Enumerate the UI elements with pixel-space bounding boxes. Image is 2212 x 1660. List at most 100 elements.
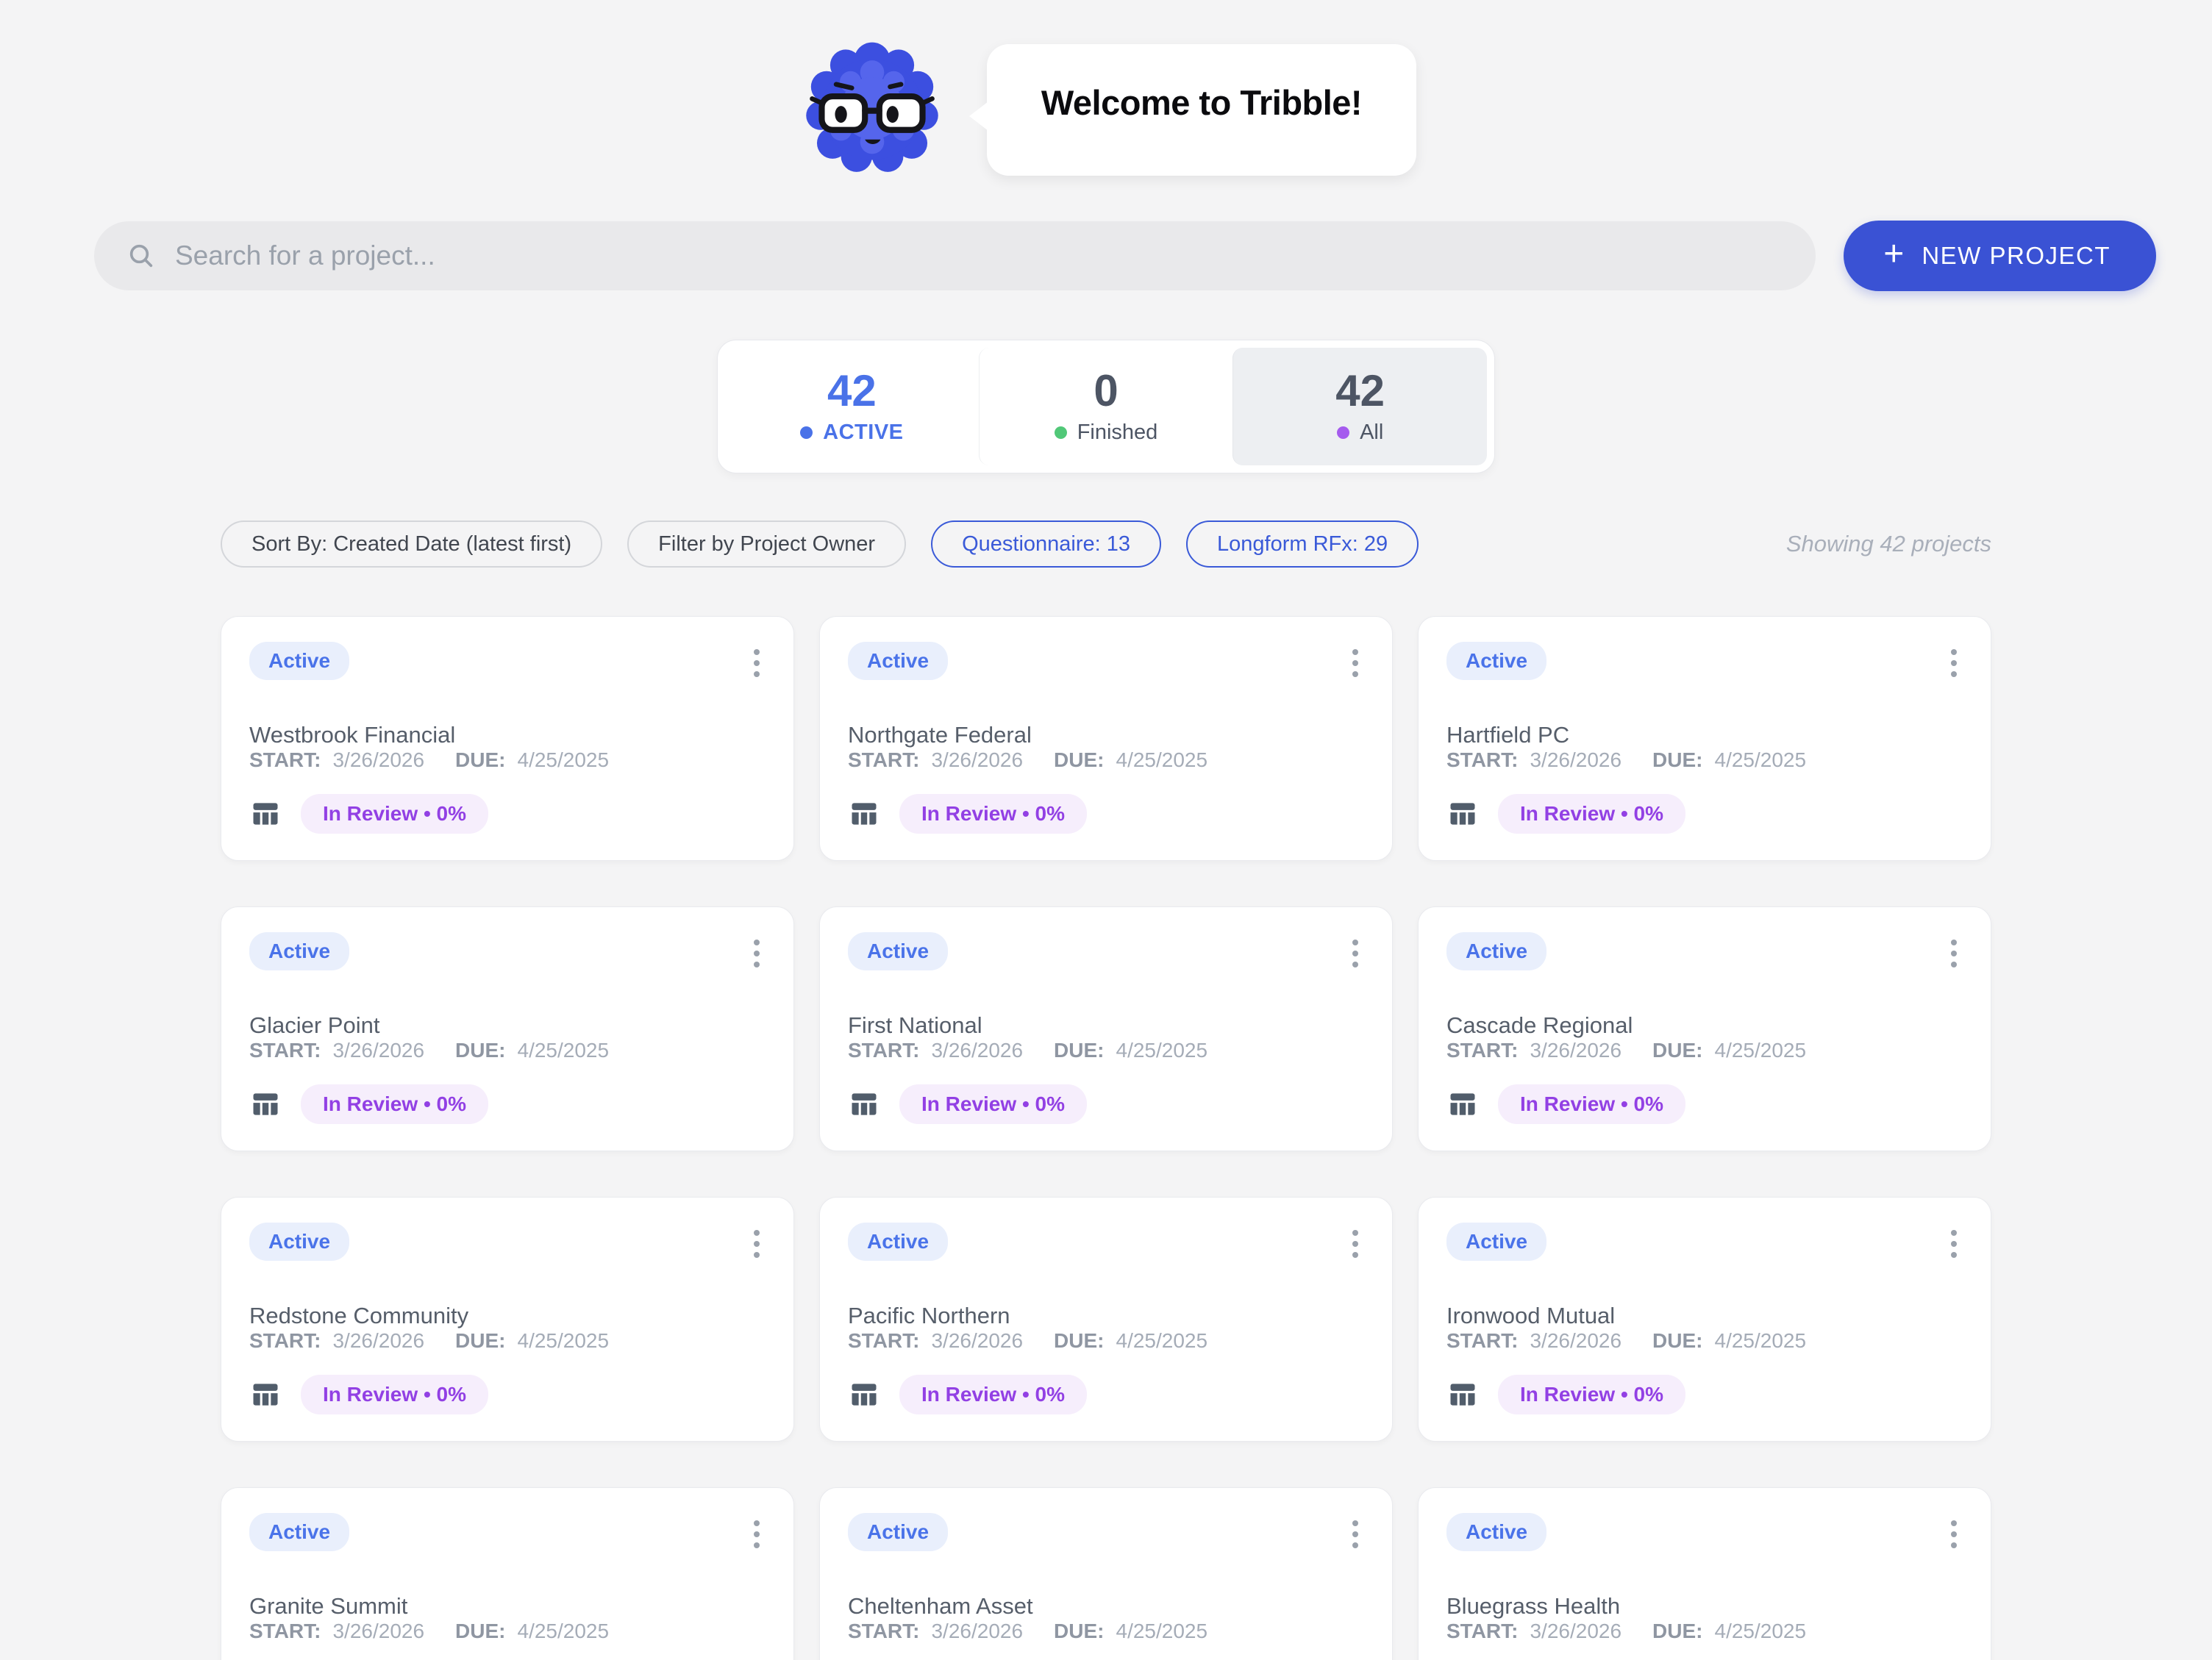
due-date: 4/25/2025	[518, 1620, 610, 1643]
start-label: START:	[249, 1039, 321, 1062]
start-label: START:	[1446, 1329, 1518, 1353]
table-icon	[848, 1378, 880, 1411]
active-dot-icon	[800, 426, 813, 439]
project-card[interactable]: Active Cascade Regional Medical HIPAA Ca…	[1418, 906, 1991, 1151]
status-badge: Active	[1446, 932, 1546, 970]
filter-owner-chip[interactable]: Filter by Project Owner	[627, 520, 906, 568]
start-date: 3/26/2026	[332, 1329, 424, 1353]
project-dates: START: 3/26/2026 DUE: 4/25/2025	[848, 1039, 1364, 1062]
questionnaire-chip[interactable]: Questionnaire: 13	[931, 520, 1161, 568]
start-label: START:	[249, 1620, 321, 1643]
stat-active-value: 42	[827, 369, 877, 413]
status-badge: Active	[848, 1223, 948, 1261]
project-title: Pacific Northern Energy Vendor	[848, 1290, 1364, 1291]
card-menu-icon[interactable]	[748, 1513, 766, 1556]
due-date: 4/25/2025	[1116, 748, 1208, 772]
longform-rfx-chip[interactable]: Longform RFx: 29	[1186, 520, 1419, 568]
start-label: START:	[848, 748, 919, 772]
due-label: DUE:	[1652, 748, 1702, 772]
card-menu-icon[interactable]	[1945, 1513, 1963, 1556]
project-card[interactable]: Active Westbrook Financial IT Vendor Wes…	[221, 616, 794, 861]
status-badge: Active	[249, 1513, 349, 1551]
project-title: Northgate Federal CMMC	[848, 709, 1364, 710]
project-subtitle: Hartfield PC	[1446, 722, 1963, 748]
card-menu-icon[interactable]	[1346, 642, 1364, 684]
stat-finished[interactable]: 0 Finished	[979, 348, 1233, 465]
stat-all[interactable]: 42 All	[1232, 348, 1487, 465]
project-search-box[interactable]	[94, 221, 1816, 290]
status-badge: Active	[848, 1513, 948, 1551]
new-project-button[interactable]: + NEW PROJECT	[1844, 221, 2156, 291]
project-subtitle: Ironwood Mutual	[1446, 1303, 1963, 1329]
status-badge: Active	[1446, 1223, 1546, 1261]
status-badge: Active	[848, 642, 948, 680]
card-menu-icon[interactable]	[1945, 642, 1963, 684]
progress-badge: In Review • 0%	[1498, 794, 1685, 834]
due-label: DUE:	[1054, 748, 1104, 772]
due-label: DUE:	[1054, 1620, 1104, 1643]
search-input[interactable]	[175, 240, 1783, 271]
filters-row: Sort By: Created Date (latest first) Fil…	[221, 520, 1991, 568]
stat-finished-value: 0	[1093, 369, 1118, 413]
card-menu-icon[interactable]	[748, 642, 766, 684]
progress-badge: In Review • 0%	[1498, 1375, 1685, 1414]
card-menu-icon[interactable]	[1346, 932, 1364, 975]
project-card[interactable]: Active Pacific Northern Energy Vendor Pa…	[819, 1197, 1393, 1442]
due-label: DUE:	[1652, 1620, 1702, 1643]
project-card[interactable]: Active First National Bank FinSec First …	[819, 906, 1393, 1151]
project-card[interactable]: Active Cheltenham Asset Management Chelt…	[819, 1487, 1393, 1660]
due-label: DUE:	[455, 1329, 505, 1353]
project-dates: START: 3/26/2026 DUE: 4/25/2025	[249, 1039, 766, 1062]
project-dates: START: 3/26/2026 DUE: 4/25/2025	[1446, 1620, 1963, 1643]
project-subtitle: Northgate Federal	[848, 722, 1364, 748]
progress-badge: In Review • 0%	[899, 1375, 1087, 1414]
table-icon	[848, 798, 880, 830]
project-card[interactable]: Active Northgate Federal CMMC Northgate …	[819, 616, 1393, 861]
card-menu-icon[interactable]	[1945, 932, 1963, 975]
project-card[interactable]: Active Ironwood Mutual VendorAssessment …	[1418, 1197, 1991, 1442]
project-card[interactable]: Active Granite Summit Capital InvestorDD…	[221, 1487, 794, 1660]
start-label: START:	[249, 748, 321, 772]
card-menu-icon[interactable]	[1945, 1223, 1963, 1265]
due-date: 4/25/2025	[1116, 1329, 1208, 1353]
card-menu-icon[interactable]	[748, 1223, 766, 1265]
start-date: 3/26/2026	[1530, 1039, 1621, 1062]
project-title: Glacier Point Utilities OT	[249, 1000, 766, 1001]
card-menu-icon[interactable]	[1346, 1513, 1364, 1556]
project-card[interactable]: Active Hartfield PC Insurance Cyber Hart…	[1418, 616, 1991, 861]
start-label: START:	[1446, 1620, 1518, 1643]
progress-badge: In Review • 0%	[899, 1084, 1087, 1124]
project-stats-card: 42 ACTIVE 0 Finished 42 All	[717, 340, 1495, 473]
showing-projects-count: Showing 42 projects	[1786, 531, 1991, 557]
table-icon	[249, 1378, 282, 1411]
project-card[interactable]: Active Bluegrass Health Network Vendor B…	[1418, 1487, 1991, 1660]
project-subtitle: Westbrook Financial	[249, 722, 766, 748]
start-date: 3/26/2026	[931, 1039, 1023, 1062]
welcome-speech-bubble: Welcome to Tribble!	[987, 44, 1416, 176]
all-dot-icon	[1337, 426, 1349, 439]
status-badge: Active	[249, 1223, 349, 1261]
stat-active-label: ACTIVE	[823, 421, 903, 445]
progress-badge: In Review • 0%	[301, 1084, 488, 1124]
plus-icon: +	[1883, 237, 1904, 272]
search-row: + NEW PROJECT	[94, 221, 2156, 291]
project-dates: START: 3/26/2026 DUE: 4/25/2025	[1446, 1039, 1963, 1062]
progress-badge: In Review • 0%	[301, 794, 488, 834]
project-dates: START: 3/26/2026 DUE: 4/25/2025	[848, 1329, 1364, 1353]
card-menu-icon[interactable]	[748, 932, 766, 975]
table-icon	[848, 1088, 880, 1120]
project-dates: START: 3/26/2026 DUE: 4/25/2025	[1446, 748, 1963, 772]
due-label: DUE:	[455, 748, 505, 772]
project-dates: START: 3/26/2026 DUE: 4/25/2025	[1446, 1329, 1963, 1353]
card-menu-icon[interactable]	[1346, 1223, 1364, 1265]
project-dates: START: 3/26/2026 DUE: 4/25/2025	[848, 1620, 1364, 1643]
project-card[interactable]: Active Redstone Community Bank Tech Reds…	[221, 1197, 794, 1442]
project-card[interactable]: Active Glacier Point Utilities OT Glacie…	[221, 906, 794, 1151]
project-subtitle: Pacific Northern	[848, 1303, 1364, 1329]
start-date: 3/26/2026	[931, 1620, 1023, 1643]
stat-active[interactable]: 42 ACTIVE	[725, 348, 979, 465]
project-subtitle: Glacier Point	[249, 1012, 766, 1039]
sort-by-chip[interactable]: Sort By: Created Date (latest first)	[221, 520, 602, 568]
project-dates: START: 3/26/2026 DUE: 4/25/2025	[848, 748, 1364, 772]
start-date: 3/26/2026	[332, 748, 424, 772]
